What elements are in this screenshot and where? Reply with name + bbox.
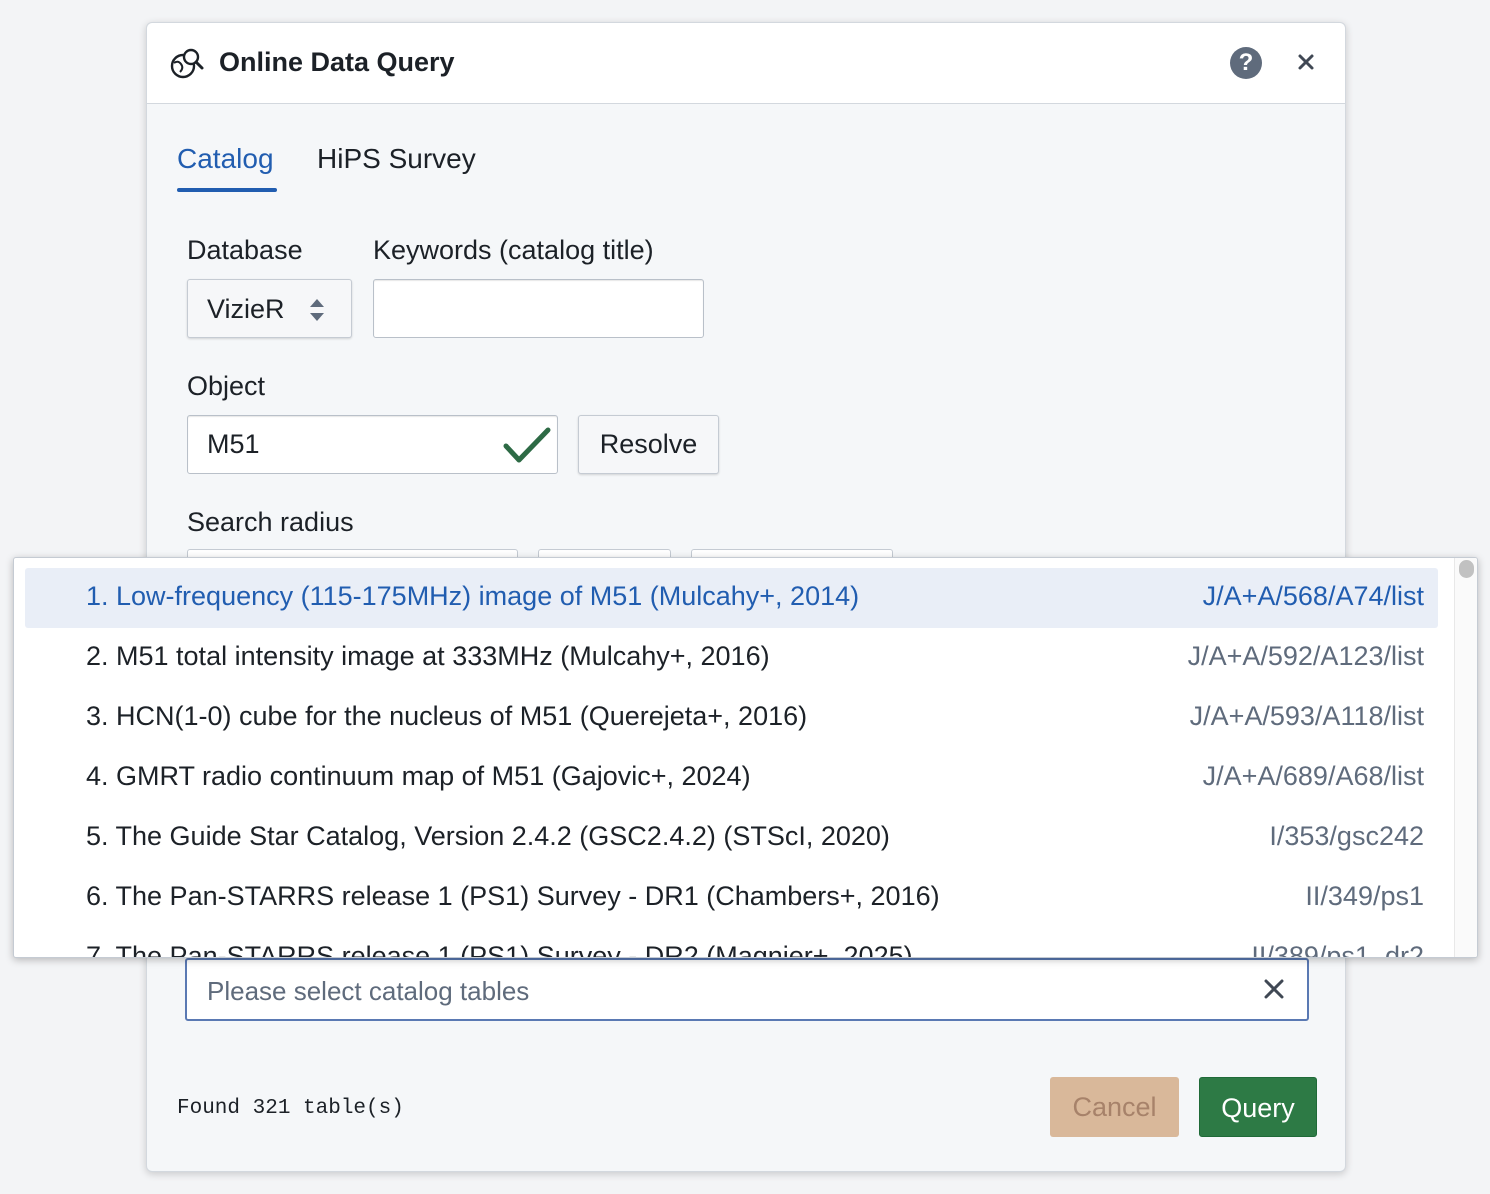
tab-hips-survey[interactable]: HiPS Survey (317, 143, 476, 175)
active-tab-indicator (177, 188, 277, 192)
catalog-option[interactable]: 5. The Guide Star Catalog, Version 2.4.2… (25, 808, 1438, 868)
catalog-option-id: II/349/ps1 (1305, 881, 1424, 911)
catalog-table-select[interactable]: Please select catalog tables (185, 958, 1309, 1021)
status-text: Found 321 table(s) (177, 1097, 404, 1120)
catalog-option[interactable]: 6. The Pan-STARRS release 1 (PS1) Survey… (25, 868, 1438, 928)
catalog-dropdown-menu: 1. Low-frequency (115-175MHz) image of M… (13, 557, 1478, 958)
search-radius-label: Search radius (187, 507, 354, 537)
cancel-button[interactable]: Cancel (1050, 1077, 1179, 1137)
object-label: Object (187, 371, 266, 401)
resolve-button[interactable]: Resolve (578, 415, 719, 474)
catalog-option-id: J/A+A/689/A68/list (1202, 761, 1424, 791)
close-icon[interactable] (1289, 45, 1323, 79)
dialog-header: Online Data Query ? (147, 23, 1345, 104)
database-select[interactable]: VizieR (187, 279, 352, 338)
help-circle-icon[interactable]: ? (1230, 47, 1262, 79)
catalog-list: 1. Low-frequency (115-175MHz) image of M… (14, 558, 1454, 958)
catalog-option-id: II/389/ps1_dr2 (1251, 941, 1424, 958)
keywords-input[interactable] (373, 279, 704, 338)
database-label: Database (187, 235, 303, 265)
database-select-value: VizieR (207, 294, 285, 324)
scrollbar-thumb[interactable] (1459, 560, 1474, 578)
object-input-value: M51 (207, 429, 260, 459)
tab-catalog[interactable]: Catalog (177, 143, 274, 175)
catalog-option-title: 5. The Guide Star Catalog, Version 2.4.2… (86, 821, 890, 851)
catalog-option-id: J/A+A/592/A123/list (1187, 641, 1424, 671)
catalog-option[interactable]: 1. Low-frequency (115-175MHz) image of M… (25, 568, 1438, 628)
catalog-option-title: 1. Low-frequency (115-175MHz) image of M… (86, 581, 860, 611)
clear-icon[interactable] (1261, 976, 1287, 1002)
online-query-icon (170, 48, 204, 79)
catalog-option-title: 7. The Pan-STARRS release 1 (PS1) Survey… (86, 941, 913, 958)
checkmark-icon (503, 427, 551, 463)
catalog-option[interactable]: 7. The Pan-STARRS release 1 (PS1) Survey… (25, 928, 1438, 958)
catalog-table-placeholder: Please select catalog tables (207, 976, 530, 1006)
catalog-option[interactable]: 4. GMRT radio continuum map of M51 (Gajo… (25, 748, 1438, 808)
catalog-option-id: J/A+A/568/A74/list (1202, 581, 1424, 611)
catalog-option-title: 2. M51 total intensity image at 333MHz (… (86, 641, 770, 671)
catalog-option-id: I/353/gsc242 (1269, 821, 1424, 851)
double-caret-icon (310, 299, 324, 321)
catalog-option-title: 6. The Pan-STARRS release 1 (PS1) Survey… (86, 881, 940, 911)
catalog-option-title: 3. HCN(1-0) cube for the nucleus of M51 … (86, 701, 808, 731)
keywords-label: Keywords (catalog title) (373, 235, 654, 265)
catalog-option-title: 4. GMRT radio continuum map of M51 (Gajo… (86, 761, 751, 791)
dropdown-scrollbar[interactable] (1454, 558, 1477, 957)
object-input[interactable]: M51 (187, 415, 558, 474)
catalog-option[interactable]: 3. HCN(1-0) cube for the nucleus of M51 … (25, 688, 1438, 748)
dialog-title: Online Data Query (219, 47, 455, 77)
query-button[interactable]: Query (1199, 1077, 1317, 1137)
catalog-option-id: J/A+A/593/A118/list (1189, 701, 1424, 731)
catalog-option[interactable]: 2. M51 total intensity image at 333MHz (… (25, 628, 1438, 688)
